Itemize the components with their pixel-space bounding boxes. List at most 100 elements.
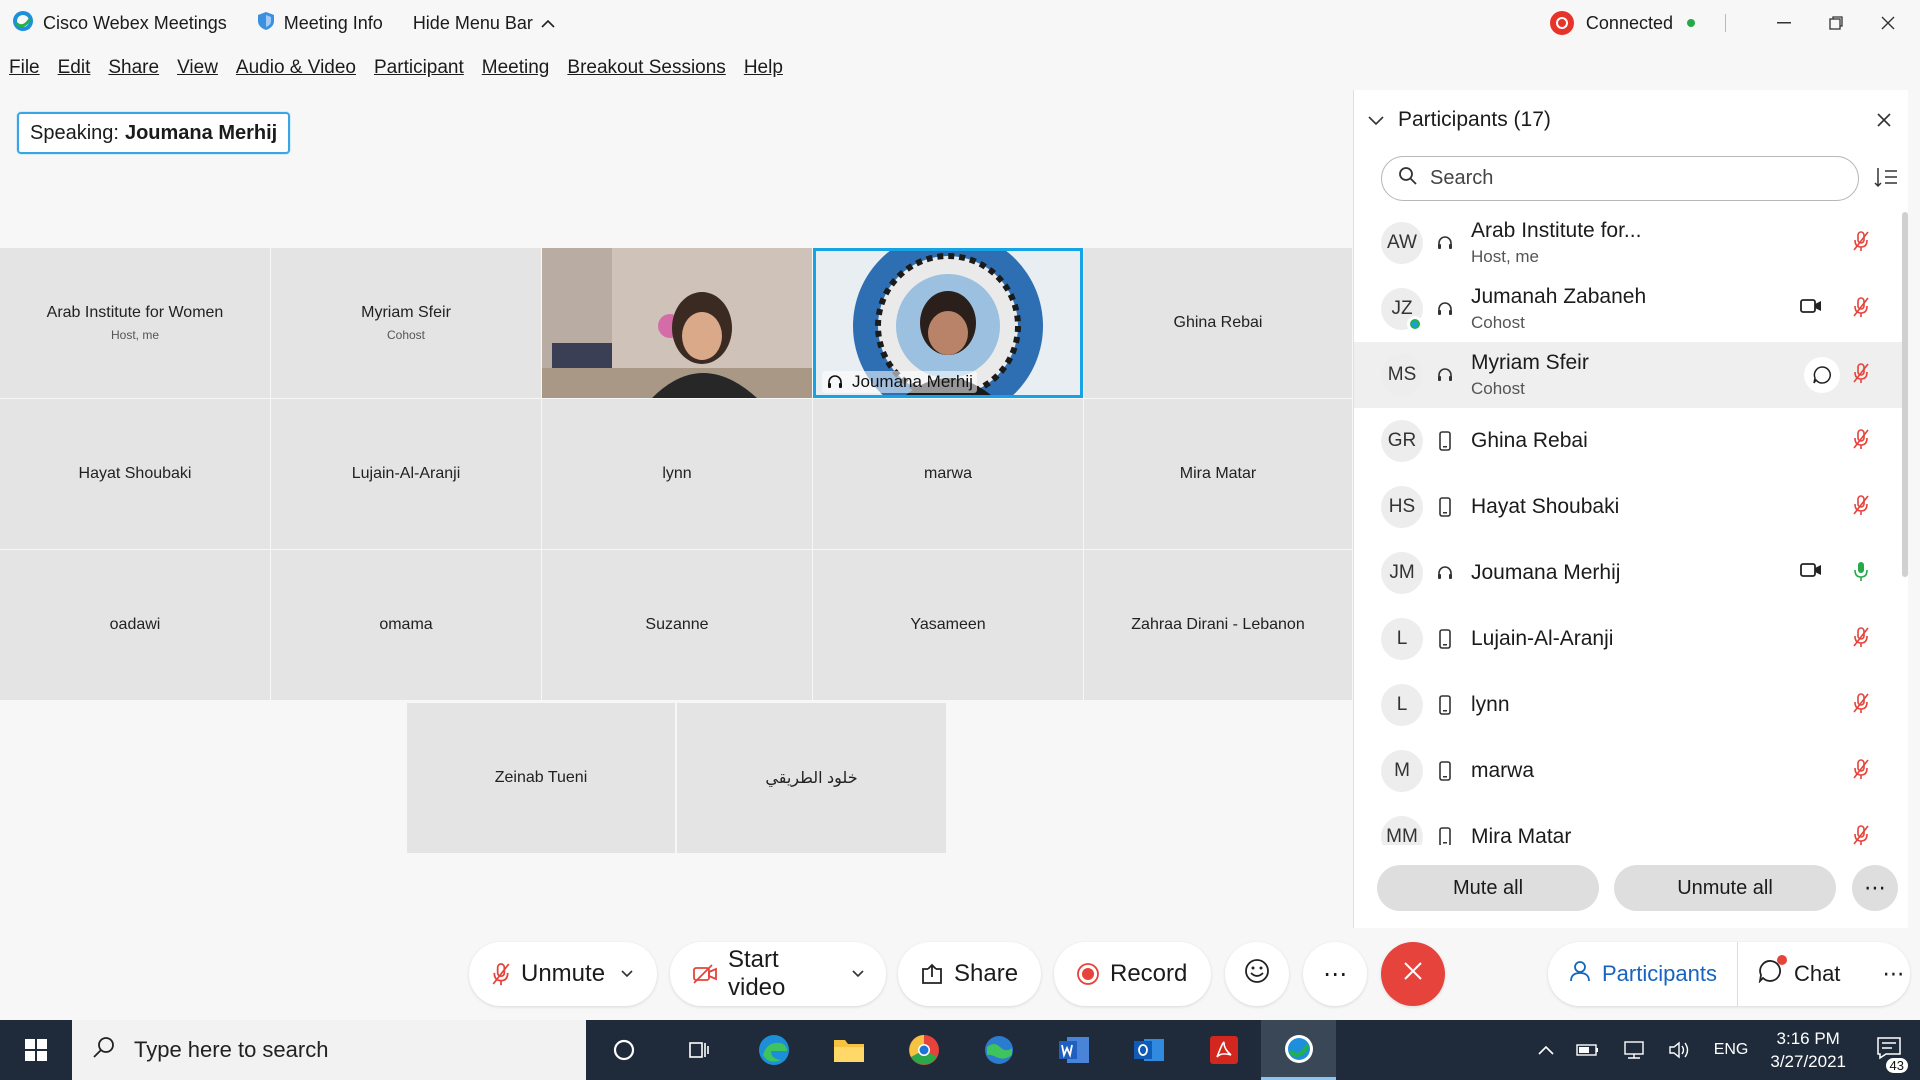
participant-row[interactable]: AW Arab Institute for... Host, me — [1354, 210, 1902, 276]
video-tile[interactable]: Zeinab Tueni — [407, 703, 675, 853]
video-tile[interactable]: Arab Institute for Women Host, me — [0, 248, 270, 398]
minimize-button[interactable] — [1760, 0, 1808, 46]
video-tile[interactable]: marwa — [813, 399, 1083, 549]
video-tile[interactable]: Suzanne — [542, 550, 812, 700]
avatar: M — [1381, 750, 1423, 792]
file-explorer-icon[interactable] — [811, 1020, 886, 1080]
active-speaker-name: Joumana Merhij — [124, 121, 278, 144]
windows-start-button[interactable] — [0, 1020, 72, 1080]
battery-icon[interactable] — [1575, 1043, 1600, 1057]
phone-icon — [1433, 695, 1457, 715]
menu-participant[interactable]: Participant — [374, 57, 464, 79]
unmute-button[interactable]: Unmute — [469, 942, 657, 1006]
participant-row[interactable]: JM Joumana Merhij — [1354, 540, 1902, 606]
more-controls-button[interactable]: ⋯ — [1303, 942, 1367, 1006]
video-tile[interactable]: Yasameen — [813, 550, 1083, 700]
notifications-button[interactable]: 43 — [1876, 1036, 1908, 1073]
participant-row[interactable]: MS Myriam Sfeir Cohost — [1354, 342, 1902, 408]
chat-bubble-icon[interactable] — [1804, 357, 1840, 393]
video-tile-active-speaker[interactable]: Joumana Merhij — [813, 248, 1083, 398]
close-panel-button[interactable] — [1876, 108, 1892, 134]
volume-icon[interactable] — [1668, 1040, 1692, 1060]
video-tile[interactable]: Zahraa Dirani - Lebanon — [1084, 550, 1352, 700]
more-panels-button[interactable]: ⋯ — [1860, 942, 1920, 1006]
clock[interactable]: 3:16 PM 3/27/2021 — [1770, 1027, 1846, 1073]
video-tile[interactable]: Hayat Shoubaki — [0, 399, 270, 549]
video-tile[interactable]: Ghina Rebai — [1084, 248, 1352, 398]
restore-button[interactable] — [1812, 0, 1860, 46]
chevron-down-icon[interactable] — [852, 965, 864, 983]
mic-muted-icon[interactable] — [1852, 494, 1870, 521]
network-icon[interactable] — [1622, 1040, 1646, 1060]
camera-icon[interactable] — [1800, 298, 1822, 319]
reactions-button[interactable] — [1225, 942, 1289, 1006]
chevron-up-icon — [541, 13, 555, 34]
video-tile[interactable]: Lujain-Al-Aranji — [271, 399, 541, 549]
menu-audio-video[interactable]: Audio & Video — [236, 57, 356, 79]
camera-icon[interactable] — [1800, 562, 1822, 583]
menu-breakout-sessions[interactable]: Breakout Sessions — [567, 57, 725, 79]
mic-muted-icon[interactable] — [1852, 824, 1870, 845]
unmute-all-button[interactable]: Unmute all — [1614, 865, 1836, 911]
participant-row[interactable]: JZ Jumanah Zabaneh Cohost — [1354, 276, 1902, 342]
chevron-down-icon[interactable] — [621, 965, 633, 983]
participants-button[interactable]: Participants — [1548, 942, 1738, 1006]
network-globe-icon[interactable] — [961, 1020, 1036, 1080]
sort-icon[interactable] — [1874, 166, 1898, 194]
mute-all-button[interactable]: Mute all — [1377, 865, 1599, 911]
acrobat-icon[interactable] — [1186, 1020, 1261, 1080]
menu-view[interactable]: View — [177, 57, 218, 79]
leave-meeting-button[interactable] — [1381, 942, 1445, 1006]
menu-share[interactable]: Share — [108, 57, 159, 79]
video-tile[interactable]: oadawi — [0, 550, 270, 700]
participant-row[interactable]: L Lujain-Al-Aranji — [1354, 606, 1902, 672]
participant-row[interactable]: L lynn — [1354, 672, 1902, 738]
video-tile[interactable]: lynn — [542, 399, 812, 549]
share-button[interactable]: Share — [898, 942, 1041, 1006]
hide-menu-bar-button[interactable]: Hide Menu Bar — [413, 13, 555, 34]
participant-row[interactable]: GR Ghina Rebai — [1354, 408, 1902, 474]
task-view-icon[interactable] — [661, 1020, 736, 1080]
video-tile[interactable]: خلود الطريقي — [677, 703, 946, 853]
close-icon — [1403, 960, 1423, 988]
outlook-icon[interactable] — [1111, 1020, 1186, 1080]
video-tile-camera[interactable] — [542, 248, 812, 398]
participant-search-input[interactable]: Search — [1381, 156, 1859, 201]
word-icon[interactable] — [1036, 1020, 1111, 1080]
more-options-button[interactable]: ⋯ — [1852, 865, 1898, 911]
mic-active-icon[interactable] — [1852, 560, 1870, 587]
edge-browser-icon[interactable] — [736, 1020, 811, 1080]
meeting-info-button[interactable]: Meeting Info — [257, 11, 383, 36]
start-video-button[interactable]: Start video — [670, 942, 886, 1006]
taskbar-search-input[interactable]: Type here to search — [72, 1020, 586, 1080]
chrome-browser-icon[interactable] — [886, 1020, 961, 1080]
video-tile[interactable]: Myriam Sfeir Cohost — [271, 248, 541, 398]
menu-help[interactable]: Help — [744, 57, 783, 79]
cortana-icon[interactable] — [586, 1020, 661, 1080]
record-button[interactable]: Record — [1054, 942, 1211, 1006]
video-tile[interactable]: omama — [271, 550, 541, 700]
video-tile[interactable]: Mira Matar — [1084, 399, 1352, 549]
connection-status: Connected — [1585, 12, 1673, 33]
mic-muted-icon[interactable] — [1852, 230, 1870, 257]
participant-list-scrollbar[interactable] — [1902, 212, 1908, 577]
chevron-down-icon[interactable] — [1368, 108, 1384, 132]
mic-muted-icon[interactable] — [1852, 362, 1870, 389]
menu-meeting[interactable]: Meeting — [482, 57, 550, 79]
mic-muted-icon[interactable] — [1852, 758, 1870, 785]
webex-taskbar-icon[interactable] — [1261, 1020, 1336, 1080]
participant-row[interactable]: MM Mira Matar — [1354, 804, 1902, 845]
participant-row[interactable]: M marwa — [1354, 738, 1902, 804]
mic-muted-icon[interactable] — [1852, 296, 1870, 323]
mic-muted-icon[interactable] — [1852, 692, 1870, 719]
mic-muted-icon[interactable] — [1852, 428, 1870, 455]
participant-row[interactable]: HS Hayat Shoubaki — [1354, 474, 1902, 540]
participants-panel-header[interactable]: Participants (17) — [1354, 90, 1908, 150]
menu-file[interactable]: File — [9, 57, 40, 79]
mic-muted-icon[interactable] — [1852, 626, 1870, 653]
chevron-up-icon[interactable] — [1538, 1045, 1554, 1055]
chat-button[interactable]: Chat — [1738, 942, 1860, 1006]
close-window-button[interactable] — [1864, 0, 1912, 46]
menu-edit[interactable]: Edit — [58, 57, 91, 79]
language-indicator[interactable]: ENG — [1714, 1041, 1749, 1059]
